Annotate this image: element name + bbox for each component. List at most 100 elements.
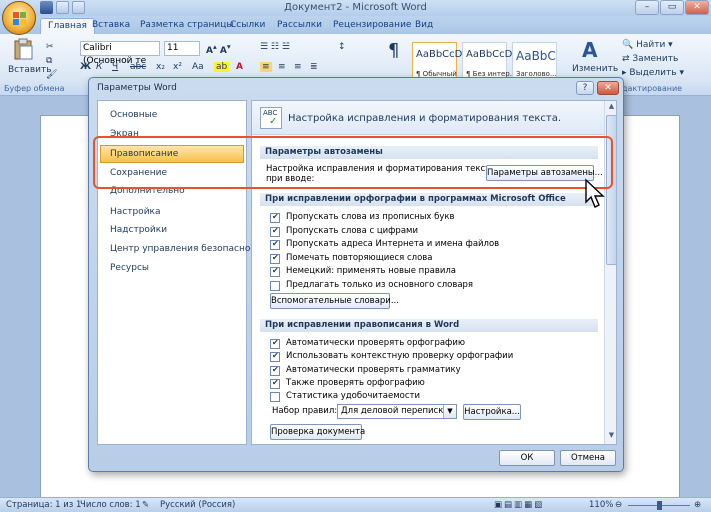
- checkbox-check-spelling[interactable]: [270, 338, 280, 349]
- pilcrow-icon[interactable]: ¶: [388, 40, 399, 61]
- find-button[interactable]: 🔍 Найти ▾: [622, 40, 673, 50]
- cancel-button[interactable]: Отмена: [560, 450, 616, 466]
- checkbox-ignore-uppercase[interactable]: [270, 212, 280, 223]
- replace-button[interactable]: ⇄ Заменить: [622, 54, 678, 64]
- font-name-field[interactable]: Calibri (Основной те: [80, 41, 160, 66]
- italic-icon[interactable]: К: [96, 62, 102, 72]
- checkbox-label: Предлагать только из основного словаря: [286, 280, 474, 290]
- nav-item-resources[interactable]: Ресурсы: [110, 263, 149, 273]
- custom-dictionaries-button[interactable]: Вспомогательные словари...: [270, 293, 399, 309]
- tab-review[interactable]: Рецензирование: [326, 18, 418, 34]
- checkbox-flag-repeated[interactable]: [270, 253, 280, 264]
- dialog-title: Параметры Word: [97, 83, 177, 93]
- status-words[interactable]: Число слов: 1: [80, 500, 141, 510]
- change-styles-button[interactable]: A Изменить: [572, 38, 618, 82]
- checkbox-label: Пропускать слова из прописных букв: [286, 212, 455, 222]
- help-button[interactable]: ?: [576, 81, 594, 95]
- office-button[interactable]: [2, 1, 36, 35]
- checkbox-label: Пропускать слова с цифрами: [286, 226, 418, 236]
- style-preview: AaBbC: [516, 49, 556, 63]
- rules-select[interactable]: Для деловой переписки ▼: [337, 404, 457, 419]
- nav-item-customize[interactable]: Настройка: [110, 207, 161, 217]
- grow-font-icon[interactable]: A▴ A▾: [206, 42, 231, 56]
- checkbox-ignore-internet[interactable]: [270, 239, 280, 250]
- checkbox-also-check-spelling[interactable]: [270, 378, 280, 389]
- tab-view[interactable]: Вид: [408, 18, 440, 34]
- zoom-out-icon[interactable]: ⊖: [615, 500, 622, 510]
- checkbox-label: Пропускать адреса Интернета и имена файл…: [286, 239, 500, 249]
- zoom-slider-thumb[interactable]: [657, 501, 662, 510]
- proofing-icon[interactable]: ✎: [142, 500, 149, 510]
- status-zoom[interactable]: 110%: [589, 500, 613, 510]
- window-title: Документ2 - Microsoft Word: [284, 2, 427, 13]
- view-buttons-icon[interactable]: ▣▤▥▦▧: [494, 500, 544, 510]
- banner-text: Настройка исправления и форматирования т…: [288, 113, 562, 124]
- status-page[interactable]: Страница: 1 из 1: [6, 500, 81, 510]
- scroll-up-icon[interactable]: ▲: [606, 102, 616, 114]
- tab-mailings[interactable]: Рассылки: [270, 18, 329, 34]
- align-center-icon[interactable]: ≡: [278, 62, 286, 72]
- nav-item-trust-center[interactable]: Центр управления безопасностью: [110, 244, 273, 254]
- style-heading[interactable]: AaBbC Заголово...: [512, 42, 557, 82]
- section-header-word: При исправлении правописания в Word: [260, 319, 598, 332]
- tab-insert[interactable]: Вставка: [85, 18, 137, 34]
- copy-icon[interactable]: ⧉: [46, 56, 52, 66]
- close-button[interactable]: ✕: [685, 0, 709, 15]
- font-color-icon[interactable]: A: [236, 62, 243, 72]
- checkbox-label: Также проверять орфографию: [286, 378, 425, 388]
- nav-item-basic[interactable]: Основные: [110, 110, 157, 120]
- checkbox-main-dictionary[interactable]: [270, 281, 280, 291]
- subscript-icon[interactable]: x₂: [156, 62, 165, 72]
- find-label: Найти: [636, 40, 666, 50]
- ribbon-tabs: Главная Вставка Разметка страницы Ссылки…: [0, 16, 711, 34]
- clipboard-group-label: Буфер обмена: [4, 84, 65, 93]
- style-preview: AaBbCcDc: [416, 49, 468, 60]
- bold-icon[interactable]: Ж: [80, 62, 91, 72]
- dialog-close-button[interactable]: ✕: [597, 81, 619, 95]
- rules-label: Набор правил:: [272, 406, 338, 416]
- bullets-icon[interactable]: ☰ ☷ ☱: [260, 42, 290, 52]
- strikethrough-icon[interactable]: abc: [130, 62, 146, 72]
- nav-item-addins[interactable]: Надстройки: [110, 225, 167, 235]
- ok-button[interactable]: ОК: [499, 450, 555, 466]
- superscript-icon[interactable]: x²: [173, 62, 182, 72]
- tab-references[interactable]: Ссылки: [223, 18, 272, 34]
- editing-group-label: дактирование: [622, 84, 683, 93]
- paste-icon: [14, 38, 33, 60]
- mouse-cursor-icon: [585, 178, 605, 208]
- select-button[interactable]: ▸ Выделить ▾: [622, 68, 684, 78]
- checkbox-label: Статистика удобочитаемости: [286, 391, 421, 401]
- checkbox-label: Автоматически проверять орфографию: [286, 338, 466, 348]
- format-painter-icon[interactable]: 🖌: [46, 70, 57, 80]
- paste-button[interactable]: Вставить: [8, 38, 52, 80]
- select-label: Выделить: [629, 68, 677, 78]
- recheck-document-button[interactable]: Проверка документа: [270, 424, 365, 440]
- style-no-spacing[interactable]: AaBbCcDc ¶ Без интер...: [462, 42, 518, 82]
- change-styles-icon: A: [582, 38, 598, 62]
- highlight-icon[interactable]: ab: [214, 62, 230, 72]
- highlight-frame: [93, 136, 613, 189]
- status-language[interactable]: Русский (Россия): [160, 500, 235, 510]
- checkbox-ignore-numbers[interactable]: [270, 226, 280, 237]
- zoom-in-icon[interactable]: ⊕: [694, 500, 701, 510]
- minimize-button[interactable]: –: [635, 0, 659, 15]
- rules-settings-button[interactable]: Настройка...: [463, 404, 521, 420]
- font-size-field[interactable]: 11: [164, 41, 200, 56]
- checkbox-contextual-spelling[interactable]: [270, 351, 280, 362]
- sort-icon[interactable]: ↕: [338, 42, 346, 52]
- change-case-icon[interactable]: Aa: [192, 62, 204, 72]
- change-styles-label: Изменить: [572, 64, 619, 74]
- checkbox-german-rules[interactable]: [270, 266, 280, 277]
- style-normal[interactable]: AaBbCcDc ¶ Обычный: [412, 42, 468, 82]
- checkbox-check-grammar[interactable]: [270, 365, 280, 376]
- align-right-icon[interactable]: ≡: [294, 62, 302, 72]
- status-bar: Страница: 1 из 1 Число слов: 1 ✎ Русский…: [0, 497, 711, 512]
- scroll-down-icon[interactable]: ▼: [606, 431, 616, 443]
- checkbox-readability[interactable]: [270, 392, 280, 402]
- underline-icon[interactable]: Ч: [112, 62, 118, 72]
- align-left-icon[interactable]: ≡: [260, 62, 272, 72]
- justify-icon[interactable]: ≣: [310, 62, 318, 72]
- maximize-button[interactable]: ▭: [660, 0, 684, 15]
- chevron-down-icon[interactable]: ▼: [443, 405, 456, 418]
- cut-icon[interactable]: ✂: [46, 42, 54, 52]
